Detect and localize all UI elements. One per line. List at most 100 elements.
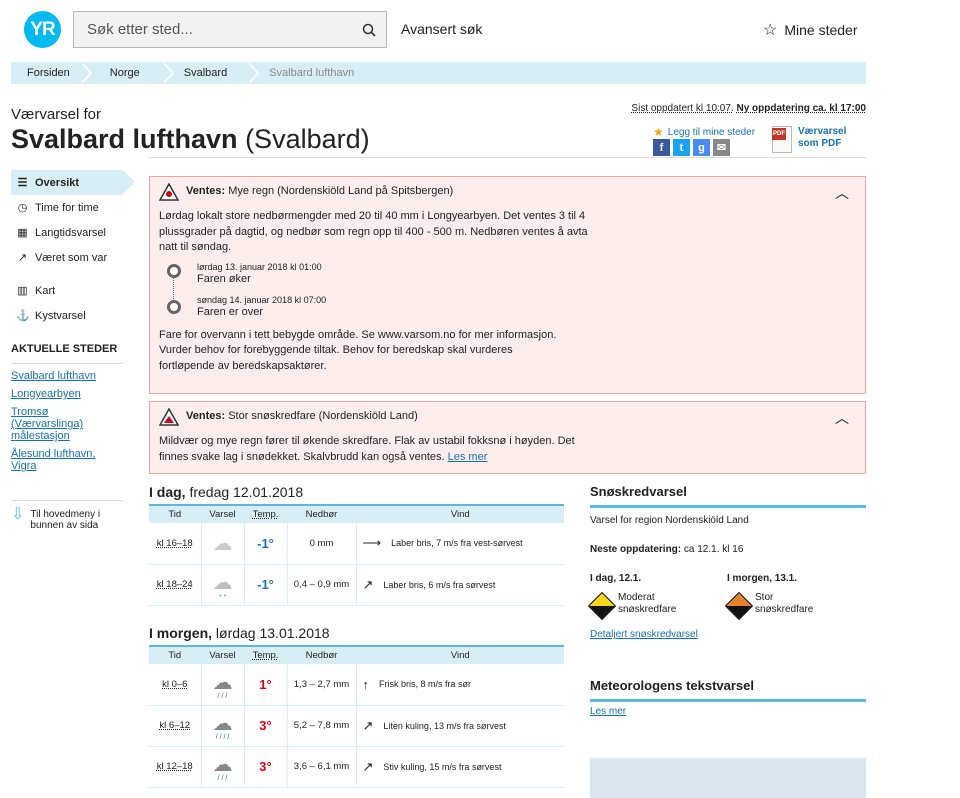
twitter-icon[interactable]: t [673,139,690,156]
table-row[interactable]: kl 6–12 ☁ / / / /3° 5,2 – 7,8 mm ↗ Liten kuli… [149,705,564,747]
google-plus-icon[interactable]: g [693,139,710,156]
col-header: Vind [356,504,564,523]
share-buttons: f t g ✉ [653,139,730,156]
my-places-label: Mine steder [784,22,858,38]
star-icon: ★ [653,125,664,139]
last-updated: Sist oppdatert kl 10:07. [631,103,734,114]
danger-level-tomorrow: Stor snøskredfare [724,591,825,621]
wind-arrow-icon: ↗ [362,758,374,774]
breadcrumb: Forsiden Norge Svalbard Svalbard lufthav… [11,62,866,84]
tomorrow-label: I morgen, 13.1. [727,573,798,584]
sidebar: ☰ Oversikt ◷ Time for time ▦ Langtidsvarsel… [11,170,135,531]
nav-label: Kart [35,284,56,297]
table-row[interactable]: kl 0–6 ☁ / / /1° 1,3 – 2,7 mm ↑ Frisk bris, 8… [149,664,564,706]
nav-label: Kystvarsel [35,309,86,322]
breadcrumb-item-norge[interactable]: Norge [88,62,174,84]
warning-body: Lørdag lokalt store nedbørmengder med 20… [159,210,588,253]
place-link[interactable]: Longyearbyen [11,388,123,400]
nav-label: Været som var [35,251,108,264]
today-label: I dag, 12.1. [590,573,642,584]
pdf-label: Værvarsel som PDF [798,126,847,149]
nav-label: Oversikt [35,176,80,189]
col-header: Temp. [244,645,288,664]
page-subtitle: Værvarsel for [11,106,102,123]
map-thumbnail[interactable] [590,758,866,798]
nav-item-vaeret-som-var[interactable]: ↗ Været som var [11,245,123,270]
place-link[interactable]: Svalbard lufthavn [11,370,123,382]
timeline-dot-icon [167,299,181,314]
col-header: Varsel [201,504,245,523]
place-link[interactable]: Ålesund lufthavn, Vigra [11,448,123,472]
read-more-link[interactable]: Les mer [448,451,488,463]
breadcrumb-item-svalbard[interactable]: Svalbard [170,62,260,84]
email-icon[interactable]: ✉ [713,139,730,156]
table-row[interactable]: kl 12–18 ☁ / / /3° 3,6 – 6,1 mm ↗ Stiv kuling… [149,746,564,788]
breadcrumb-item-forsiden[interactable]: Forsiden [11,62,92,84]
col-header: Tid [149,645,202,664]
pdf-icon [772,126,792,153]
pdf-link[interactable]: Værvarsel som PDF [772,126,868,153]
day-heading: I morgen, lørdag 13.01.2018 [149,625,330,641]
warning-triangle-icon [159,183,179,201]
col-header: Vind [356,645,564,664]
col-header: Nedbør [287,504,357,523]
arrow-down-icon: ⇩ [11,506,25,523]
warning-label: Ventes: [186,410,226,423]
facebook-icon[interactable]: f [653,139,670,156]
danger-high-icon [724,591,754,621]
table-row[interactable]: kl 16–18 ☁ -1° 0 mm ⟶ Laber bris, 7 m/s fra v… [149,523,564,565]
collapse-icon[interactable]: ︿ [835,410,849,427]
place-link[interactable]: Tromsø (Værvarslinga) målestasjon [11,406,123,442]
timeline-time: søndag 14. januar 2018 kl 07:00 [197,294,327,305]
warning-rain: Ventes: Mye regn (Nordenskiöld Land på S… [149,176,866,394]
star-icon: ☆ [763,22,778,39]
search-icon[interactable] [362,23,376,37]
rain-cloud-icon: ☁ / / / [201,746,245,788]
warning-title: Stor snøskredfare (Nordenskiöld Land) [228,410,418,423]
search-input[interactable] [87,21,362,38]
back-to-menu-link[interactable]: ⇩ Til hovedmeny i bunnen av sida [11,500,123,531]
avalanche-region: Varsel for region Nordenskiöld Land [590,515,749,526]
rain-cloud-icon: ☁ / / / [201,664,245,706]
rain-cloud-icon: ☁ / / / / [201,705,245,747]
add-favorite-link[interactable]: ★ Legg til mine steder [653,125,755,139]
avalanche-details-link[interactable]: Detaljert snøskredvarsel [590,629,698,640]
col-header: Nedbør [287,645,357,664]
warning-avalanche: Ventes: Stor snøskredfare (Nordenskiöld … [149,401,866,474]
nav-item-oversikt[interactable]: ☰ Oversikt [11,170,135,195]
nav-item-langtidsvarsel[interactable]: ▦ Langtidsvarsel [11,220,123,245]
nav-item-kystvarsel[interactable]: ⚓ Kystvarsel [11,303,123,328]
col-header: Varsel [201,645,245,664]
current-places-heading: AKTUELLE STEDER [11,343,123,364]
timeline-time: lørdag 13. januar 2018 kl 01:00 [197,261,322,272]
next-update-label: Neste oppdatering: [590,544,682,555]
snow-cloud-icon: ☁ • • [201,564,245,606]
warning-title: Mye regn (Nordenskiöld Land på Spitsberg… [228,185,454,198]
breadcrumb-item-current: Svalbard lufthavn [269,67,355,79]
meteorologist-read-more-link[interactable]: Les mer [590,706,626,717]
page-title: Svalbard lufthavn (Svalbard) [11,124,370,155]
collapse-icon[interactable]: ︿ [835,185,849,202]
timeline-event: Faren øker [197,272,251,285]
warning-footer: Fare for overvann i tett bebygde område.… [159,328,557,372]
timeline-line [173,276,174,301]
wind-arrow-icon: ↑ [362,676,370,692]
danger-moderate-icon [587,591,617,621]
nav-item-kart[interactable]: ▥ Kart [11,278,123,303]
yr-logo[interactable]: YR [24,11,61,48]
next-update: Ny oppdatering ca. kl 17:00 [736,103,867,114]
anchor-icon: ⚓ [16,310,30,322]
forecast-table: Tid Varsel Temp. Nedbør Vind kl 16–18 ☁ -1° 0 m… [149,504,564,606]
timeline-dot-icon [167,263,181,278]
my-places-button[interactable]: ☆ Mine steder [763,20,858,40]
table-row[interactable]: kl 18–24 ☁ • • -1° 0,4 – 0,9 mm ↗ Laber bris, … [149,564,564,606]
place-name: Svalbard lufthavn [11,124,238,154]
search-box[interactable] [73,11,387,48]
warning-label: Ventes: [186,185,226,198]
calendar-icon: ▦ [17,227,28,239]
avalanche-warning-icon [159,408,179,426]
place-region: (Svalbard) [245,124,370,154]
chart-icon: ↗ [17,252,28,264]
advanced-search-link[interactable]: Avansert søk [401,21,482,37]
nav-item-time-for-time[interactable]: ◷ Time for time [11,195,123,220]
